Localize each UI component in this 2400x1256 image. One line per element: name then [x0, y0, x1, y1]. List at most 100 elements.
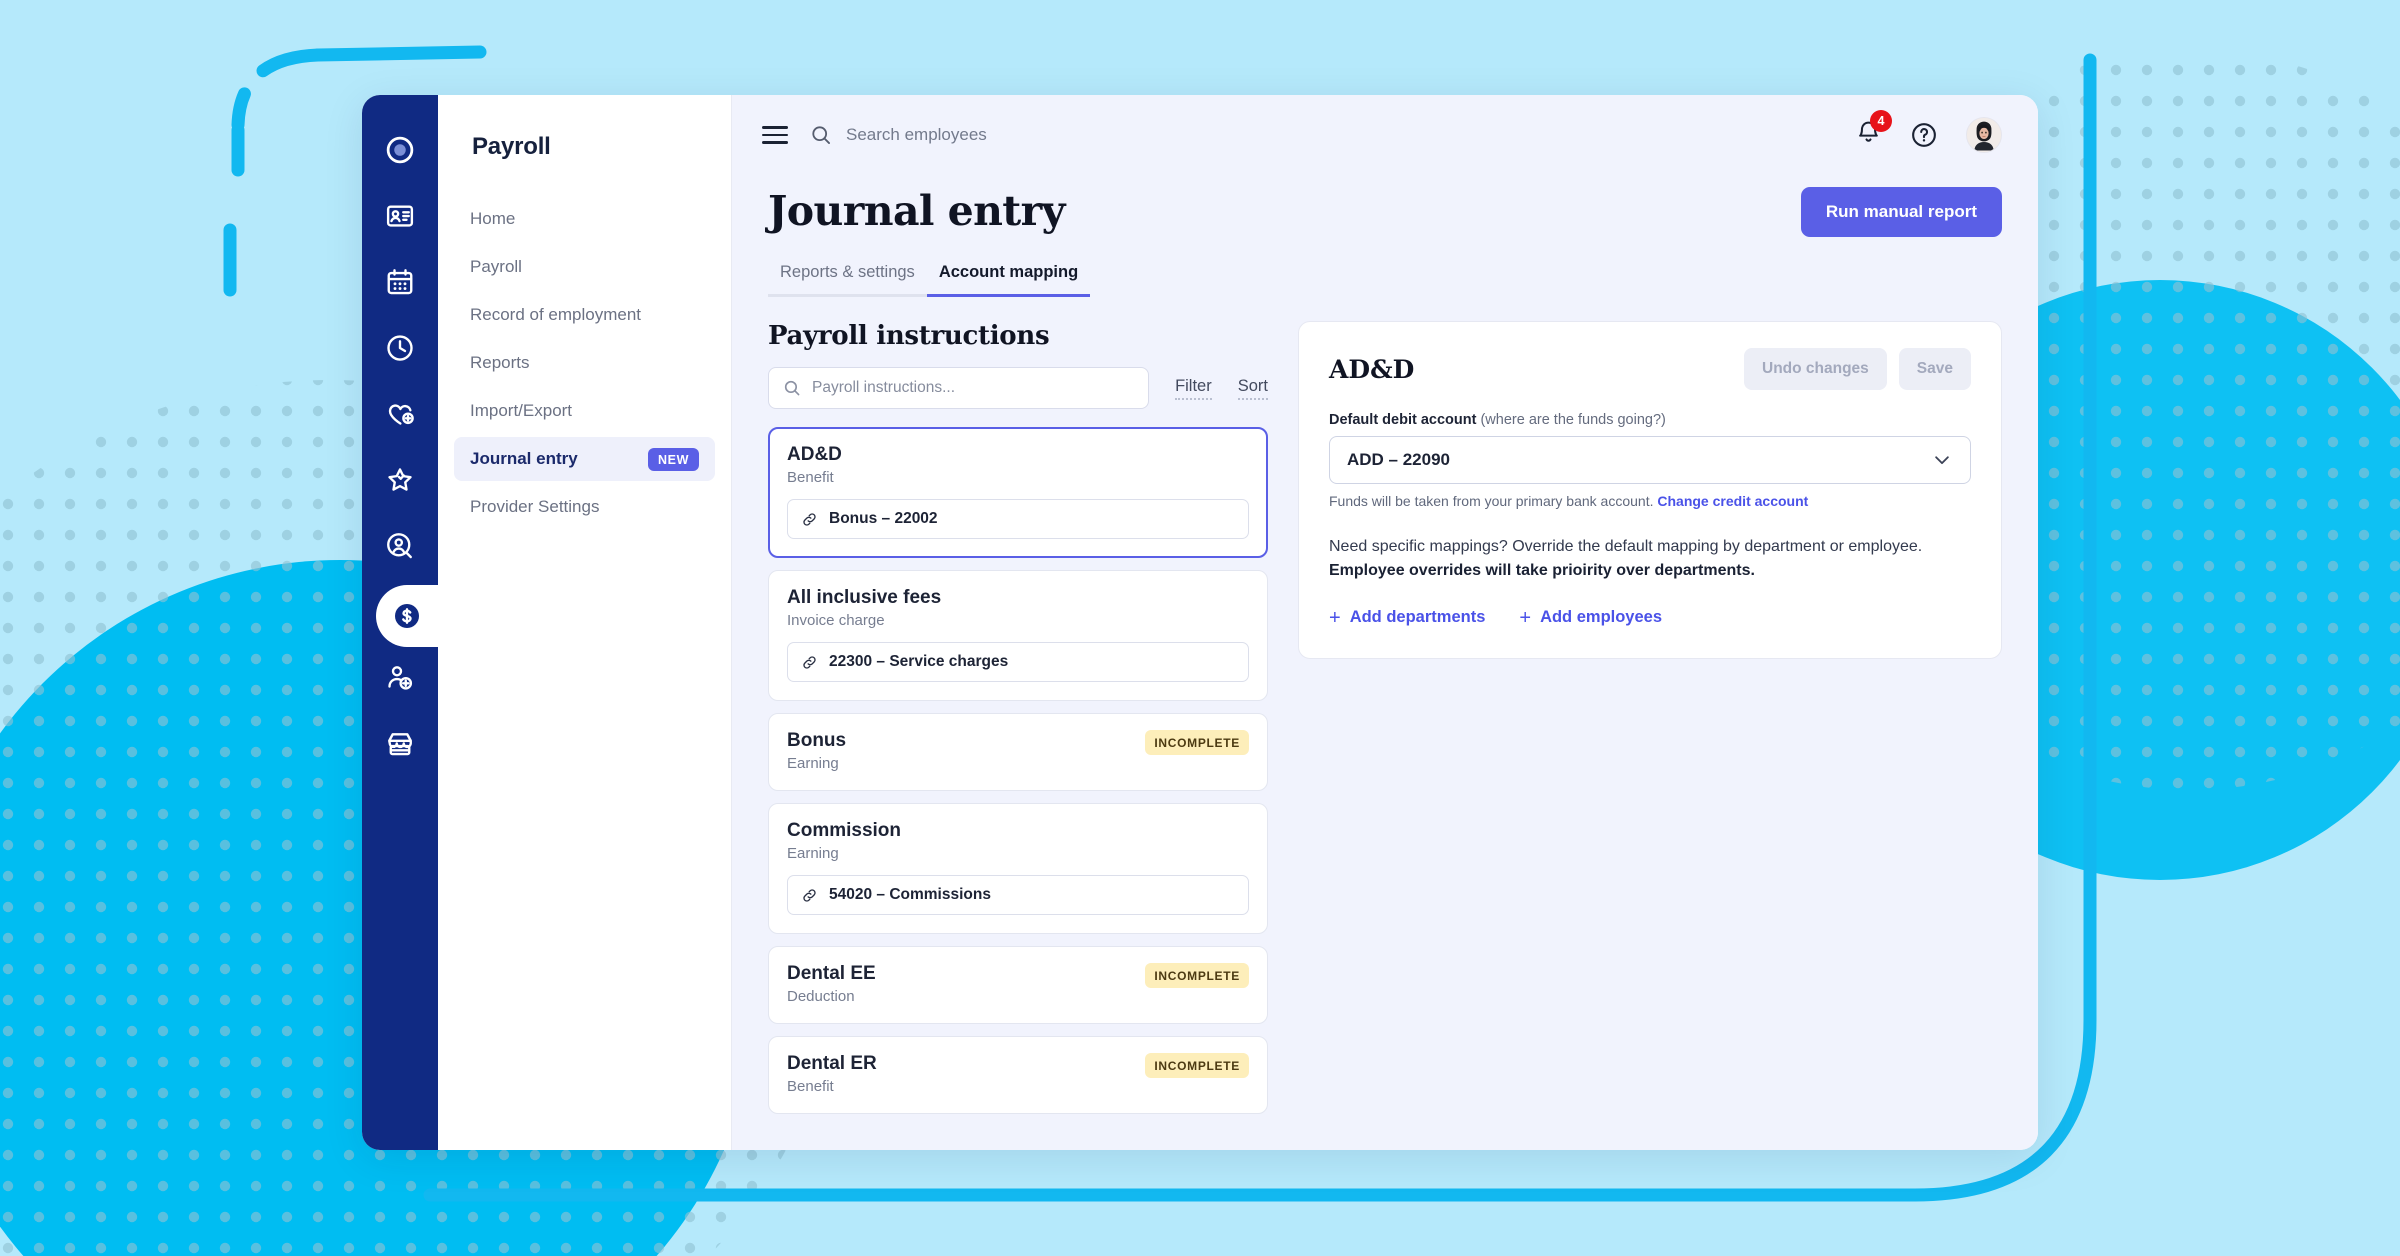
new-badge: NEW — [648, 447, 699, 471]
sidebar-item-label: Home — [470, 209, 516, 228]
debit-account-label-hint: (where are the funds going?) — [1480, 412, 1666, 428]
card-header: All inclusive fees Invoice charge — [787, 587, 1249, 629]
card-header: Dental EE Deduction INCOMPLETE — [787, 963, 1249, 1005]
sidebar-item-record-of-employment[interactable]: Record of employment — [454, 293, 715, 337]
tab-bar: Reports & settings Account mapping — [732, 237, 2038, 297]
list-item[interactable]: All inclusive fees Invoice charge 22300 … — [768, 570, 1268, 701]
payroll-instructions-column: Payroll instructions Payroll instruction… — [768, 321, 1268, 1150]
list-toolbar: Payroll instructions... Filter Sort — [768, 367, 1268, 409]
debit-account-label: Default debit account (where are the fun… — [1329, 412, 1971, 428]
sort-button[interactable]: Sort — [1237, 377, 1268, 400]
sidebar-item-label: Journal entry — [470, 449, 578, 468]
main-area: Search employees 4 Journal entry Run man… — [732, 95, 2038, 1150]
sidebar-item-reports[interactable]: Reports — [454, 341, 715, 385]
sidebar-item-import-export[interactable]: Import/Export — [454, 389, 715, 433]
list-item[interactable]: Bonus Earning INCOMPLETE — [768, 713, 1268, 791]
list-item[interactable]: Commission Earning 54020 – Commissions — [768, 803, 1268, 934]
notifications-button[interactable]: 4 — [1855, 110, 1892, 151]
instructions-search[interactable]: Payroll instructions... — [768, 367, 1150, 409]
add-employees-button[interactable]: + Add employees — [1519, 608, 1662, 628]
card-subtitle: Benefit — [787, 469, 834, 486]
sidebar-item-provider-settings[interactable]: Provider Settings — [454, 485, 715, 529]
account-chip-label: 54020 – Commissions — [829, 886, 991, 903]
sidebar-item-payroll[interactable]: Payroll — [454, 245, 715, 289]
sidebar-item-journal-entry[interactable]: Journal entry NEW — [454, 437, 715, 481]
search-input[interactable]: Search employees — [846, 125, 987, 145]
override-actions: + Add departments + Add employees — [1329, 608, 1971, 628]
run-manual-report-button[interactable]: Run manual report — [1800, 187, 2002, 237]
sidebar-item-label: Import/Export — [470, 401, 573, 420]
filter-button[interactable]: Filter — [1175, 377, 1212, 400]
account-chip[interactable]: Bonus – 22002 — [787, 499, 1249, 539]
search-icon — [784, 380, 800, 396]
undo-changes-button[interactable]: Undo changes — [1744, 348, 1887, 390]
card-title: Commission — [787, 820, 902, 841]
status-badge: INCOMPLETE — [1145, 730, 1249, 755]
override-note-line1: Need specific mappings? Override the def… — [1329, 538, 1923, 555]
add-employees-label: Add employees — [1540, 608, 1663, 627]
debit-account-select[interactable]: ADD – 22090 — [1329, 436, 1971, 484]
rail-item-star-sparkle-icon[interactable] — [362, 447, 438, 513]
id-card-icon — [386, 205, 414, 227]
card-title: Bonus — [787, 730, 847, 751]
list-item[interactable]: Dental EE Deduction INCOMPLETE — [768, 946, 1268, 1024]
debit-account-help: Funds will be taken from your primary ba… — [1329, 493, 1971, 509]
link-icon — [803, 512, 816, 526]
menu-icon[interactable] — [762, 126, 788, 144]
rail-item-storefront-icon[interactable] — [362, 711, 438, 777]
notification-count-badge: 4 — [1870, 110, 1892, 132]
rail-item-heart-plus-icon[interactable] — [362, 381, 438, 447]
link-icon — [803, 655, 816, 669]
tab-reports-and-settings[interactable]: Reports & settings — [768, 263, 927, 297]
instructions-search-input[interactable]: Payroll instructions... — [812, 379, 955, 397]
sidebar-item-label: Reports — [470, 353, 530, 372]
override-note-line2: Employee overrides will take prioirity o… — [1329, 562, 1755, 580]
rail-icon-list — [362, 117, 438, 777]
list-item[interactable]: Dental ER Benefit INCOMPLETE — [768, 1036, 1268, 1114]
account-chip-label: 22300 – Service charges — [829, 653, 1009, 670]
save-button[interactable]: Save — [1898, 348, 1971, 390]
top-actions: 4 — [1855, 110, 2002, 153]
rail-item-clock-icon[interactable] — [362, 315, 438, 381]
storefront-icon — [388, 733, 412, 756]
sidebar-item-home[interactable]: Home — [454, 197, 715, 241]
sidebar-item-label: Provider Settings — [470, 497, 600, 516]
section-title: Payroll instructions — [768, 321, 1050, 351]
plus-icon: + — [1519, 606, 1532, 629]
search-employees[interactable]: Search employees — [810, 124, 1833, 146]
avatar[interactable] — [1966, 117, 2002, 153]
account-chip[interactable]: 54020 – Commissions — [787, 875, 1249, 915]
icon-rail — [362, 95, 438, 1150]
detail-panel: AD&D Undo changes Save Default debit acc… — [1298, 321, 2002, 659]
card-subtitle: Invoice charge — [787, 612, 885, 629]
override-note: Need specific mappings? Override the def… — [1329, 535, 1971, 584]
rail-item-id-card-icon[interactable] — [362, 183, 438, 249]
link-icon — [803, 888, 816, 902]
tab-account-mapping[interactable]: Account mapping — [926, 263, 1091, 297]
rail-active-indicator[interactable] — [376, 569, 438, 663]
page-header: Journal entry Run manual report — [732, 175, 2038, 237]
clock-icon — [387, 335, 413, 361]
status-badge: INCOMPLETE — [1145, 963, 1249, 988]
account-chip-label: Bonus – 22002 — [829, 510, 938, 527]
content-area: Payroll instructions Payroll instruction… — [732, 297, 2038, 1150]
target-circle-icon — [386, 136, 414, 164]
detail-panel-title: AD&D — [1329, 354, 1415, 384]
card-header: Dental ER Benefit INCOMPLETE — [787, 1053, 1249, 1095]
top-bar: Search employees 4 — [732, 95, 2038, 175]
help-icon[interactable] — [1910, 121, 1938, 149]
list-item[interactable]: AD&D Benefit Bonus – 22002 — [768, 427, 1268, 558]
account-chip[interactable]: 22300 – Service charges — [787, 642, 1249, 682]
rail-item-calendar-icon[interactable] — [362, 249, 438, 315]
page-title: Journal entry — [768, 187, 1065, 235]
person-add-icon — [388, 666, 413, 690]
search-icon — [812, 126, 830, 144]
rail-item-target-circle-icon[interactable] — [362, 117, 438, 183]
app-window: Payroll Home Payroll Record of employmen… — [362, 95, 2038, 1150]
change-credit-account-link[interactable]: Change credit account — [1657, 493, 1808, 509]
card-subtitle: Earning — [787, 755, 839, 772]
card-title: AD&D — [787, 444, 842, 465]
add-departments-button[interactable]: + Add departments — [1329, 608, 1485, 628]
add-departments-label: Add departments — [1349, 608, 1486, 627]
chevron-down-icon — [1935, 456, 1949, 465]
